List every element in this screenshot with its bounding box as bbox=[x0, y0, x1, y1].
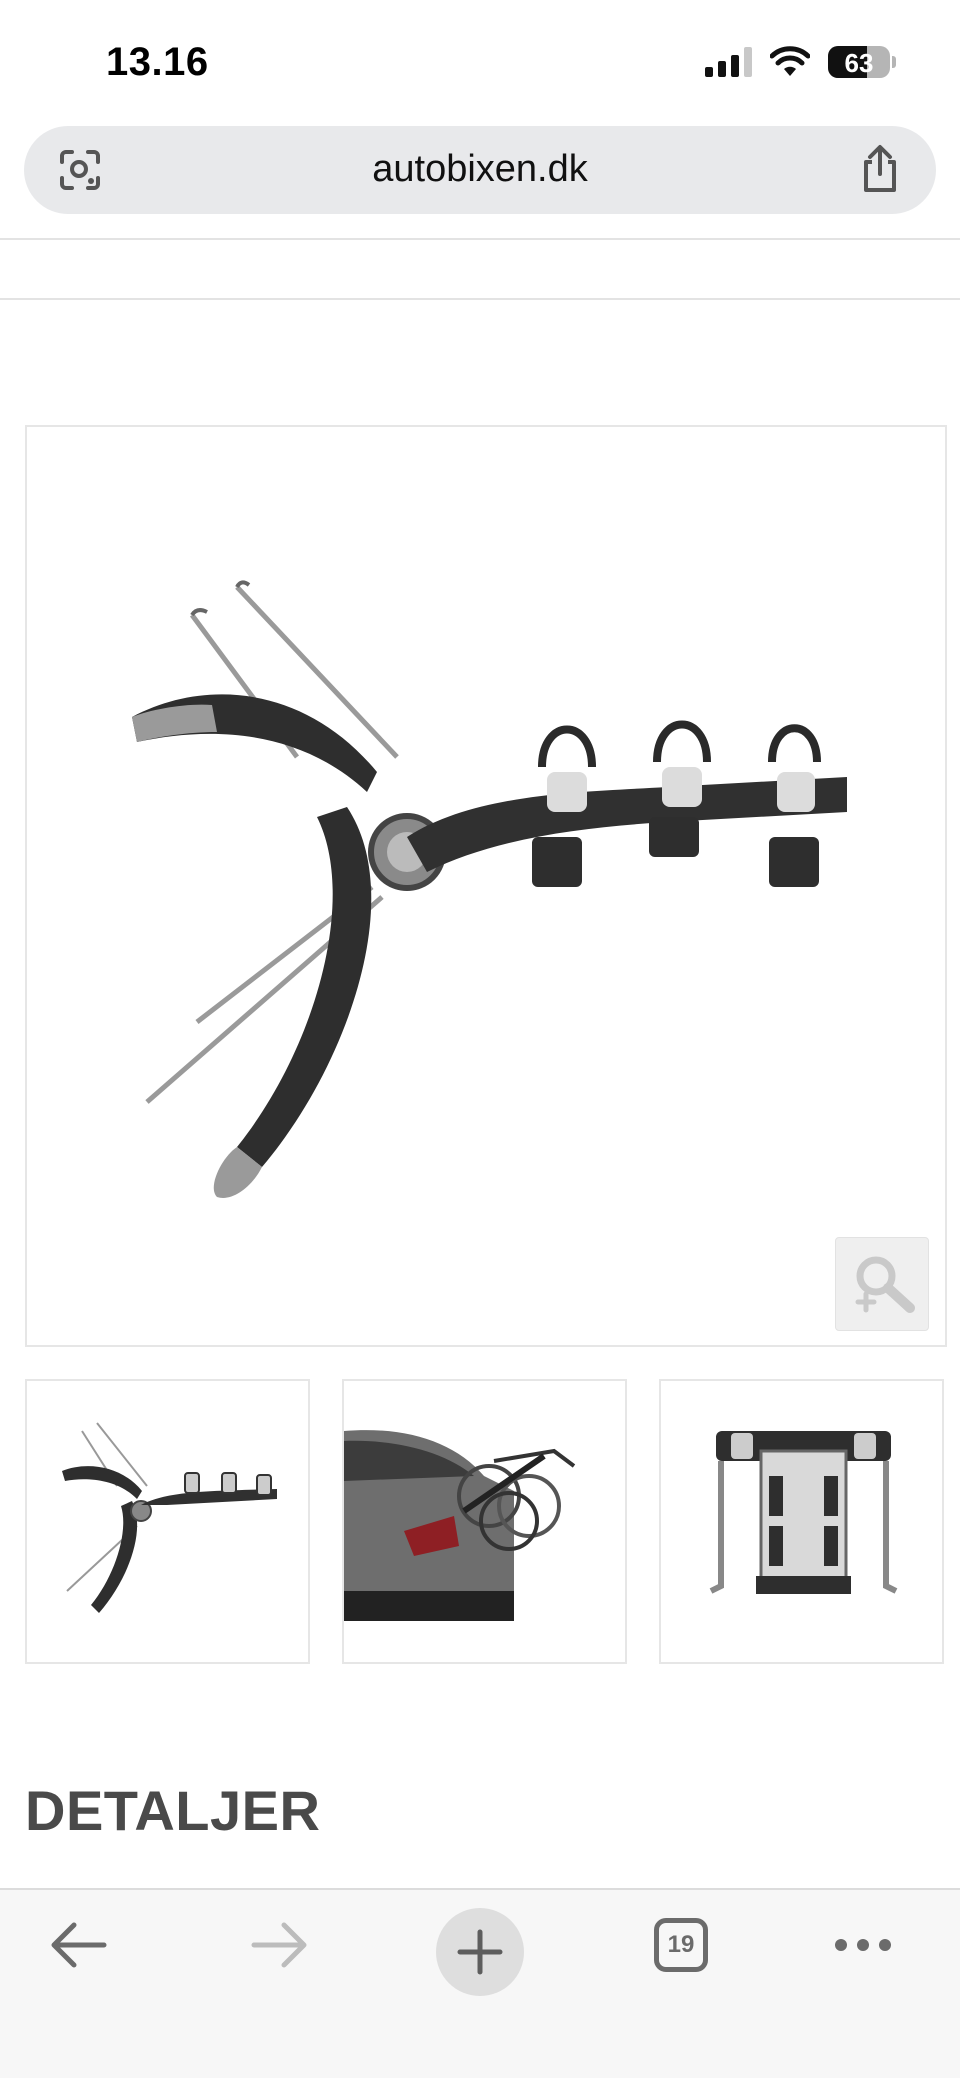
battery-level: 63 bbox=[844, 48, 874, 78]
new-tab-button[interactable] bbox=[436, 1908, 524, 1996]
car-with-bikes-thumbnail bbox=[344, 1430, 576, 1621]
bike-cradles bbox=[538, 720, 821, 768]
magnifier-plus-icon bbox=[855, 1256, 915, 1313]
battery-icon: 63 bbox=[828, 46, 890, 78]
arrow-left-icon bbox=[51, 1922, 107, 1968]
url-text[interactable]: autobixen.dk bbox=[24, 148, 936, 191]
product-main-image[interactable] bbox=[25, 425, 947, 1347]
bike-rack-side-thumbnail bbox=[62, 1422, 277, 1613]
tabs-button[interactable]: 19 bbox=[621, 1890, 741, 2000]
ellipsis-icon bbox=[835, 1939, 891, 1951]
address-bar[interactable]: autobixen.dk bbox=[24, 126, 936, 214]
status-bar: 13.16 63 bbox=[0, 0, 960, 120]
product-thumbnail-1[interactable] bbox=[25, 1379, 310, 1664]
divider bbox=[0, 238, 960, 240]
cellular-signal-icon bbox=[705, 47, 752, 77]
divider bbox=[0, 298, 960, 300]
forward-button[interactable] bbox=[220, 1890, 340, 2000]
bike-rack-illustration bbox=[132, 580, 847, 1198]
bike-rack-front-thumbnail bbox=[709, 1431, 898, 1594]
share-icon[interactable] bbox=[856, 144, 904, 194]
product-thumbnail-2[interactable] bbox=[342, 1379, 627, 1664]
back-button[interactable] bbox=[18, 1890, 138, 2000]
zoom-button[interactable] bbox=[835, 1237, 929, 1331]
status-time: 13.16 bbox=[106, 40, 209, 84]
arrow-right-icon bbox=[251, 1922, 307, 1968]
more-button[interactable] bbox=[803, 1890, 923, 2000]
product-thumbnail-3[interactable] bbox=[659, 1379, 944, 1664]
plus-icon bbox=[457, 1929, 503, 1975]
tab-count: 19 bbox=[654, 1918, 708, 1972]
browser-toolbar: 19 bbox=[0, 1888, 960, 2078]
wifi-icon bbox=[770, 46, 810, 76]
status-indicators: 63 bbox=[705, 44, 896, 80]
details-heading: DETALJER bbox=[25, 1779, 321, 1842]
